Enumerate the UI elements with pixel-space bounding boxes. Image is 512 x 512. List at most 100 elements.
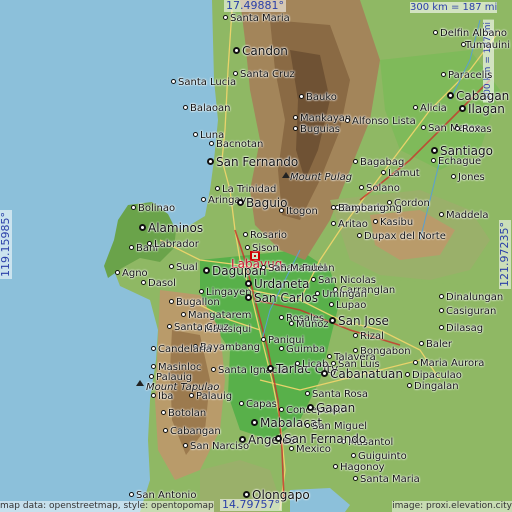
place-marker-icon <box>183 105 188 110</box>
place-marker-icon <box>413 360 418 365</box>
place-label: La Trinidad <box>222 184 277 195</box>
place-label: Guimba <box>286 344 326 355</box>
place-marker-icon <box>279 346 284 351</box>
place-marker-icon <box>223 15 228 20</box>
place-marker-icon <box>169 264 174 269</box>
place-label: Itogon <box>286 206 318 217</box>
place-marker-icon <box>327 354 332 359</box>
place-label: Muñoz <box>296 319 329 330</box>
place-marker-icon <box>357 233 362 238</box>
place-marker-icon <box>129 245 134 250</box>
place-label: Candon <box>242 44 288 58</box>
place-label: Santa Cruz <box>240 69 295 80</box>
place-marker-icon <box>333 464 338 469</box>
place-label: Alicia <box>420 103 447 114</box>
mountain-peak-icon <box>136 380 144 386</box>
place-marker-icon <box>245 294 252 301</box>
place-label: Mangatarem <box>188 310 252 321</box>
place-label: Sison <box>252 243 279 254</box>
place-marker-icon <box>331 205 336 210</box>
place-marker-icon <box>433 30 438 35</box>
place-label: Candelaria <box>158 344 212 355</box>
place-marker-icon <box>207 158 214 165</box>
place-marker-icon <box>439 325 444 330</box>
place-marker-icon <box>293 126 298 131</box>
place-label: Umingan <box>322 289 367 300</box>
place-label: Bauko <box>306 92 337 103</box>
map-view[interactable]: 17.49881° 14.79757° 119.15985° 121.97235… <box>0 0 512 512</box>
place-marker-icon <box>289 321 294 326</box>
place-label: Delfin Albano <box>440 28 507 39</box>
place-label: Iba <box>158 391 174 402</box>
scale-horizontal: 300 km = 187 mi <box>410 2 498 13</box>
place-label: Echague <box>438 156 482 167</box>
place-marker-icon <box>189 393 194 398</box>
place-label: Maddela <box>446 210 489 221</box>
coord-right: 121.97235° <box>498 220 511 289</box>
place-label: Palauig <box>196 391 233 402</box>
place-label: Bugallon <box>176 297 220 308</box>
place-marker-icon <box>167 324 172 329</box>
place-label: San Antonio <box>136 490 197 501</box>
place-marker-icon <box>329 317 336 324</box>
place-marker-icon <box>115 270 120 275</box>
place-marker-icon <box>413 105 418 110</box>
place-marker-icon <box>131 205 136 210</box>
place-label: Rizal <box>360 331 384 342</box>
place-label: Roxas <box>462 124 492 135</box>
place-label: Cabanatuan <box>330 367 403 381</box>
place-marker-icon <box>261 337 266 342</box>
place-label: Dasol <box>148 278 176 289</box>
place-label: Gapan <box>316 401 356 415</box>
place-marker-icon <box>345 118 350 123</box>
place-label: Dupax del Norte <box>364 231 446 242</box>
place-marker-icon <box>275 435 282 442</box>
place-marker-icon <box>251 419 258 426</box>
place-marker-icon <box>211 367 216 372</box>
attribution-right: image: proxi.elevation.city <box>392 501 512 512</box>
coord-top: 17.49881° <box>224 0 286 12</box>
place-label: Tumauini <box>464 40 510 51</box>
place-marker-icon <box>183 443 188 448</box>
place-marker-icon <box>353 476 358 481</box>
place-label: Santa Maria <box>230 13 290 24</box>
place-label: Guiguinto <box>358 451 407 462</box>
mountain-peak-icon <box>282 172 290 178</box>
place-marker-icon <box>439 294 444 299</box>
place-marker-icon <box>279 208 284 213</box>
place-label: Licab <box>302 359 329 370</box>
place-marker-icon <box>315 291 320 296</box>
place-marker-icon <box>353 159 358 164</box>
place-label: Buguias <box>300 124 340 135</box>
place-marker-icon <box>243 491 250 498</box>
place-label: San Manuel <box>268 263 327 274</box>
place-marker-icon <box>459 105 466 112</box>
place-label: Jones <box>458 172 485 183</box>
place-label: Bacnotan <box>216 139 264 150</box>
place-marker-icon <box>455 126 460 131</box>
place-label: Rosario <box>250 230 287 241</box>
place-marker-icon <box>239 401 244 406</box>
place-marker-icon <box>293 115 298 120</box>
place-marker-icon <box>299 94 304 99</box>
place-marker-icon <box>201 197 206 202</box>
place-label: Botolan <box>168 408 207 419</box>
place-marker-icon <box>181 312 186 317</box>
place-label: Alaminos <box>148 221 204 235</box>
place-marker-icon <box>407 383 412 388</box>
place-label: Masinloc <box>158 362 202 373</box>
place-marker-icon <box>331 221 336 226</box>
place-marker-icon <box>381 170 386 175</box>
place-marker-icon <box>279 315 284 320</box>
place-label: Dipaculao <box>412 370 462 381</box>
peak-label: Mount Pulag <box>290 172 353 183</box>
place-marker-icon <box>151 393 156 398</box>
place-label: Mexico <box>296 444 331 455</box>
place-label: Capas <box>246 399 277 410</box>
place-label: San Jose <box>338 314 389 328</box>
place-label: San Narciso <box>190 441 250 452</box>
place-marker-icon <box>373 219 378 224</box>
place-label: Lamut <box>388 168 420 179</box>
place-label: Dilasag <box>446 323 484 334</box>
place-marker-icon <box>329 302 334 307</box>
